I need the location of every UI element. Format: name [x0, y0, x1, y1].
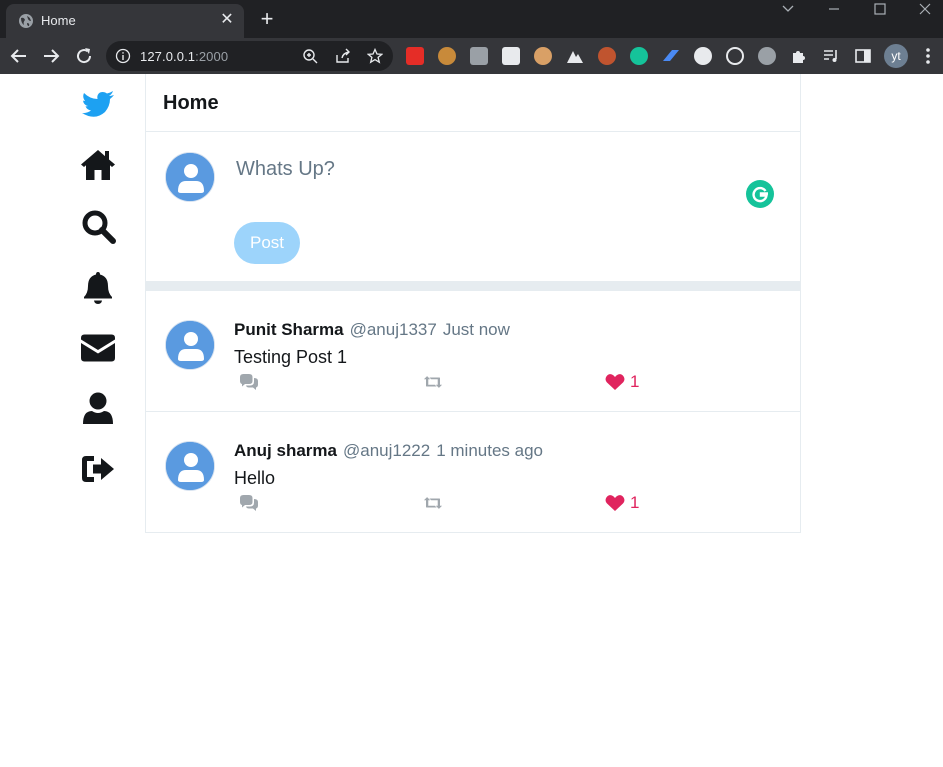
bird-logo-icon[interactable] [80, 86, 116, 122]
back-icon[interactable] [7, 44, 31, 68]
like-count: 1 [630, 372, 640, 391]
heart-icon [605, 495, 625, 511]
share-icon[interactable] [335, 48, 351, 64]
reader-extension-icon[interactable] [470, 47, 488, 65]
post-button[interactable]: Post [234, 222, 300, 264]
media-queue-icon[interactable] [822, 47, 840, 65]
new-tab-button[interactable]: + [256, 8, 278, 30]
mountain-extension-icon[interactable] [566, 47, 584, 65]
tweet-composer: Post [146, 132, 800, 281]
tab-search-icon[interactable] [766, 0, 810, 20]
network-extension-icon[interactable] [758, 47, 776, 65]
like-count: 1 [630, 493, 640, 512]
minimize-icon[interactable] [812, 0, 856, 20]
puzzle-extensions-icon[interactable] [790, 47, 808, 65]
timeline: Home Post Punit Sharma @anuj1337 Just now … [145, 74, 801, 533]
browser-tabstrip: Home ✕ + [0, 0, 943, 38]
section-divider [146, 281, 800, 291]
profile-avatar[interactable]: yt [884, 44, 908, 68]
tab-title: Home [41, 13, 76, 28]
side-panel-icon[interactable] [854, 47, 872, 65]
tweet-meta: Anuj sharma @anuj1222 1 minutes ago [234, 441, 543, 461]
retweet-icon[interactable] [423, 494, 443, 512]
timeline-header: Home [146, 74, 800, 132]
tab-close-icon[interactable]: ✕ [218, 11, 236, 29]
like-button[interactable]: 1 [605, 494, 639, 512]
tweet-content: Testing Post 1 [234, 347, 348, 367]
heart-icon [605, 374, 625, 390]
capture-extension-icon[interactable] [726, 47, 744, 65]
url-text[interactable]: 127.0.0.1:2000 [140, 49, 228, 64]
compose-input[interactable] [236, 154, 736, 184]
tweet-author-name[interactable]: Anuj sharma [234, 441, 337, 460]
tweet-item[interactable]: Anuj sharma @anuj1222 1 minutes ago Hello … [146, 412, 800, 532]
ninja-extension-icon[interactable] [502, 47, 520, 65]
default-avatar-icon [166, 153, 214, 201]
tweet-item[interactable]: Punit Sharma @anuj1337 Just now Testing Po… [146, 291, 800, 412]
browser-toolbar: 127.0.0.1:2000 yt [0, 38, 943, 74]
grammarly-icon[interactable] [746, 180, 774, 208]
search-icon[interactable] [80, 208, 116, 244]
forward-icon[interactable] [39, 44, 63, 68]
address-bar[interactable]: 127.0.0.1:2000 [106, 41, 393, 71]
envelope-icon[interactable] [80, 330, 116, 366]
logout-icon[interactable] [80, 451, 116, 487]
glasses-extension-icon[interactable] [534, 47, 552, 65]
menu-kebab-icon[interactable] [920, 46, 936, 66]
close-window-icon[interactable] [903, 0, 943, 20]
globe-icon [19, 14, 33, 28]
default-avatar-icon [166, 321, 214, 369]
home-icon[interactable] [80, 147, 116, 183]
page-content: Home Post Punit Sharma @anuj1337 Just now … [0, 74, 943, 767]
user-icon[interactable] [80, 390, 116, 426]
sparkle-extension-icon[interactable] [598, 47, 616, 65]
tweet-author-handle[interactable]: @anuj1337 [350, 320, 437, 339]
zoom-icon[interactable] [302, 48, 318, 64]
reload-icon[interactable] [72, 44, 96, 68]
avatar[interactable] [165, 320, 215, 370]
avatar [165, 152, 215, 202]
reply-icon[interactable] [239, 373, 259, 391]
site-info-icon[interactable] [115, 48, 131, 64]
tweet-author-handle[interactable]: @anuj1222 [343, 441, 430, 460]
maximize-icon[interactable] [858, 0, 902, 20]
cookie-extension-icon[interactable] [438, 47, 456, 65]
reply-icon[interactable] [239, 494, 259, 512]
tweet-meta: Punit Sharma @anuj1337 Just now [234, 320, 510, 340]
tweet-author-name[interactable]: Punit Sharma [234, 320, 344, 339]
arrow-extension-icon[interactable] [662, 47, 680, 65]
browser-tab[interactable]: Home ✕ [6, 4, 244, 38]
tweet-timestamp: 1 minutes ago [436, 441, 543, 460]
page-title: Home [163, 92, 219, 114]
bookmark-star-icon[interactable] [367, 48, 383, 64]
retweet-icon[interactable] [423, 373, 443, 391]
bell-icon[interactable] [80, 269, 116, 305]
like-button[interactable]: 1 [605, 373, 639, 391]
tweet-timestamp: Just now [442, 320, 510, 339]
avatar[interactable] [165, 441, 215, 491]
tweet-content: Hello [234, 468, 276, 488]
youtube-extension-icon[interactable] [406, 47, 424, 65]
grammarly-extension-icon[interactable] [630, 47, 648, 65]
dots-extension-icon[interactable] [694, 47, 712, 65]
default-avatar-icon [166, 442, 214, 490]
